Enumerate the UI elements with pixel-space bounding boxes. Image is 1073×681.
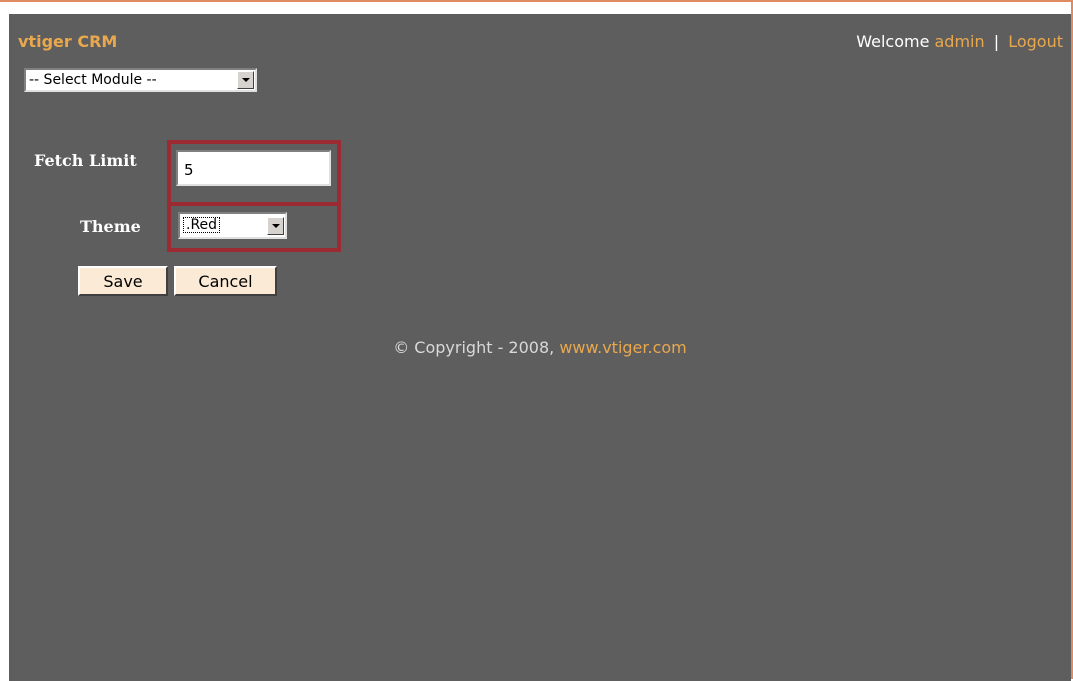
header-separator: | bbox=[993, 32, 1000, 51]
footer-copyright: © Copyright - 2008, www.vtiger.com bbox=[9, 338, 1071, 357]
module-select[interactable]: -- Select Module -- bbox=[24, 68, 257, 92]
chevron-down-icon[interactable] bbox=[267, 217, 284, 235]
vtiger-site-link[interactable]: www.vtiger.com bbox=[559, 338, 686, 357]
chevron-down-icon[interactable] bbox=[237, 71, 254, 89]
app-container: vtiger CRM Welcome admin | Logout -- Sel… bbox=[9, 14, 1071, 681]
fetch-limit-input[interactable] bbox=[176, 150, 331, 186]
logout-link[interactable]: Logout bbox=[1008, 32, 1063, 51]
brand-logo[interactable]: vtiger CRM bbox=[18, 32, 117, 51]
cancel-button[interactable]: Cancel bbox=[174, 266, 277, 296]
theme-label: Theme bbox=[80, 217, 141, 236]
fetch-limit-label: Fetch Limit bbox=[34, 151, 137, 170]
theme-select[interactable]: .Red bbox=[178, 212, 287, 239]
copyright-text: © Copyright - 2008, bbox=[393, 338, 555, 357]
admin-link[interactable]: admin bbox=[935, 32, 985, 51]
module-select-value: -- Select Module -- bbox=[29, 72, 157, 88]
theme-select-value: .Red bbox=[183, 217, 221, 233]
screenshot-frame: vtiger CRM Welcome admin | Logout -- Sel… bbox=[0, 0, 1073, 681]
user-welcome: Welcome admin | Logout bbox=[856, 32, 1063, 51]
save-button[interactable]: Save bbox=[78, 266, 168, 296]
welcome-text: Welcome bbox=[856, 32, 930, 51]
